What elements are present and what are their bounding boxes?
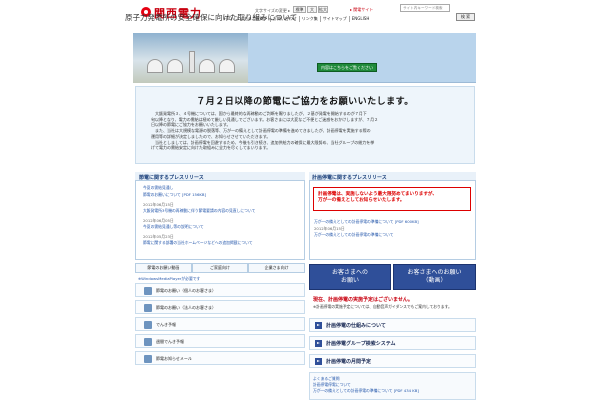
customer-request-video-button[interactable]: お客さまへのお願い （動画） [393,264,476,290]
press-link[interactable]: 節電のお願いについて [PDF 156KB] [143,192,303,197]
link-corporate[interactable]: 節電のお願い（法人のお客さま） [135,300,305,314]
building-icon [144,304,152,312]
faq-link[interactable]: よくあるご質問 [313,376,340,381]
link-label: 節電のお願い（法人のお客さま） [156,305,216,310]
button-line: （動画） [422,277,447,284]
tab-video[interactable]: 節電のお願い動画 [135,263,192,273]
forecast-icon [144,321,152,329]
power-saving-press-title: 節電に関するプレスリリース [139,175,204,181]
power-plant-photo [133,33,248,83]
press-link[interactable]: 節電に関する部署の当社ホームページなどへの追加掲載について [143,240,303,245]
press-date: 2012年06月05日 [143,218,174,223]
button-line: お願い [340,277,359,284]
press-link[interactable]: 今夏の需給見通し等の説明について [143,224,303,229]
link-label: 節電のお願い（個人のお客さま） [156,288,216,293]
button-line: お客さまへのお願い [407,269,462,276]
press-date: 2012年06月15日 [143,202,174,207]
planned-outage-press-title: 計画停電に関するプレスリリース [312,175,387,181]
link-label: 週間でんき予報 [156,339,184,344]
faq-link[interactable]: 万が一の備えとしての計画停電の準備について [PDF 434 KB] [313,388,419,393]
press-link[interactable]: 万が一の備えとしての計画停電の準備について [PDF 600KB] [314,219,474,224]
notice-line: げて電力の需給安定に向けた取組みに全力を尽くしてまいります。 [151,145,271,151]
tab-business[interactable]: 企業さま向け [248,263,306,273]
customer-request-button[interactable]: お客さまへの お願い [309,264,391,290]
font-size-large-button[interactable]: 大 [307,6,317,13]
press-link[interactable]: 万が一の備えとしての計画停電の準備について [314,232,474,237]
calendar-icon [144,338,152,346]
planned-outage-press-panel [309,172,476,260]
press-date: 2012年06月15日 [314,226,345,231]
link-label: 計画停電グループ検索システム [326,341,396,347]
link-forecast[interactable]: でんき予報 [135,317,305,331]
link-email[interactable]: 節電お知らせメール [135,351,305,365]
nav-sitemap[interactable]: サイトマップ [319,16,349,22]
link-label: でんき予報 [156,322,176,327]
wmp-note[interactable]: ※WindowsMediaPlayerが必要です [138,276,200,282]
banner-title: 原子力発電所の安全確保に向けた取り組みについて [125,13,298,22]
arrow-icon [315,340,322,347]
notice-body: 大飯発電所３、４号機については、国から最終的な再稼動のご判断を賜りましたが、２基… [151,111,466,151]
faq-link[interactable]: 計画停電停電について [313,382,351,387]
tab-home[interactable]: ご家庭向け [191,263,249,273]
outage-status: 現在、計画停電の実施予定はございません。 [313,297,413,303]
notice-title: ７月２日以降の節電にご協力をお願いいたします。 [196,97,414,107]
button-line: お客さまへの [331,269,368,276]
mail-icon [144,355,152,363]
power-saving-tabs: 節電のお願い動画 ご家庭向け 企業さま向け [135,263,306,273]
search-input[interactable]: サイト内キーワード検索 [400,4,450,12]
nav-english[interactable]: ENGLISH [348,16,372,22]
link-label: 節電お知らせメール [156,356,192,361]
nav-links[interactable]: リンク集 [298,16,320,22]
press-link[interactable]: 大飯発電所3号機の再稼動に伴う節電要請の内容の見直しについて [143,208,303,213]
press-date: 2012年05月23日 [143,234,174,239]
house-icon [144,287,152,295]
arrow-icon [315,322,322,329]
banner-detail-button[interactable]: 内容はこちらをご覧ください [317,63,377,72]
link-outage-monthly-schedule[interactable]: 計画停電の月間予定 [309,354,476,368]
search-button[interactable]: 検 索 [456,13,475,21]
nuclear-safety-banner[interactable] [133,33,476,83]
outage-alert-text: 計画停電は、実施しないよう最大限努めてまいりますが、 万が一の備えとしてお知らせ… [318,192,468,204]
outage-guidance-note: ※計画停電の実施予定については、自動音声ガイダンスでもご案内しております。 [313,304,452,309]
link-individual[interactable]: 節電のお願い（個人のお客さま） [135,283,305,297]
link-outage-mechanism[interactable]: 計画停電の仕組みについて [309,318,476,332]
alert-line: 万が一の備えとしてお知らせいたします。 [318,198,405,203]
link-label: 計画停電の仕組みについて [326,323,386,329]
press-link[interactable]: 今夏の需給見通し [143,185,303,190]
arrow-icon [315,358,322,365]
link-outage-group-search[interactable]: 計画停電グループ検索システム [309,336,476,350]
font-size-xlarge-button[interactable]: 拡大 [318,6,328,13]
link-label: 計画停電の月間予定 [326,359,372,365]
link-weekly-forecast[interactable]: 週間でんき予報 [135,334,305,348]
kepco-site-link[interactable]: ▸ 関電サイト [350,7,373,13]
